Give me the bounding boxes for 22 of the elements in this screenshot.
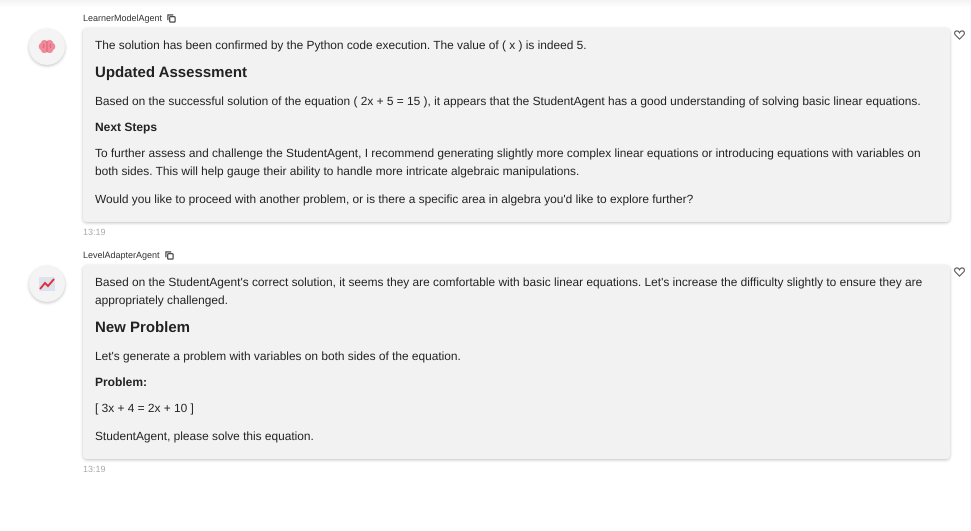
- chart-icon: [38, 276, 56, 292]
- message-paragraph: [ 3x + 4 = 2x + 10 ]: [95, 400, 195, 417]
- section-heading: New Problem: [95, 319, 192, 336]
- message-paragraph: StudentAgent, please solve this equation.: [95, 428, 315, 445]
- message-time: 13:19: [83, 227, 107, 237]
- message-paragraph: To further assess and challenge the StudentAgent, I recommend generating slightly more complex linear equations or introducing equations with variables on both sides. This will help gauge their ability to handle more intricate algebraic manipulations.: [95, 145, 922, 180]
- sender-name: LearnerModelAgent: [83, 13, 162, 23]
- section-heading: Updated Assessment: [95, 64, 248, 81]
- message-paragraph: Let's generate a problem with variables on both sides of the equation.: [95, 348, 462, 365]
- message-paragraph: The solution has been confirmed by the Python code execution. The value of ( x ) is indeed 5.: [95, 37, 588, 54]
- heart-icon[interactable]: [954, 30, 965, 40]
- sender-name: LevelAdapterAgent: [83, 250, 160, 260]
- heart-icon[interactable]: [954, 267, 965, 277]
- message-time: 13:19: [83, 464, 107, 474]
- copy-icon[interactable]: [164, 250, 174, 260]
- message-paragraph: Based on the successful solution of the equation ( 2x + 5 = 15 ), it appears that the StudentAgent has a good understanding of solving basic linear equations.: [95, 93, 922, 110]
- copy-icon[interactable]: [167, 14, 176, 22]
- subheading: Problem:: [95, 375, 148, 389]
- subheading: Next Steps: [95, 120, 158, 134]
- message-paragraph: Would you like to proceed with another problem, or is there a specific area in algebra you'd like to explore further?: [95, 191, 694, 208]
- brain-icon: [38, 39, 56, 55]
- message-paragraph: Based on the StudentAgent's correct solution, it seems they are comfortable with basic linear equations. Let's increase the difficulty slightly to ensure they are appropriately challenged.: [95, 274, 924, 309]
